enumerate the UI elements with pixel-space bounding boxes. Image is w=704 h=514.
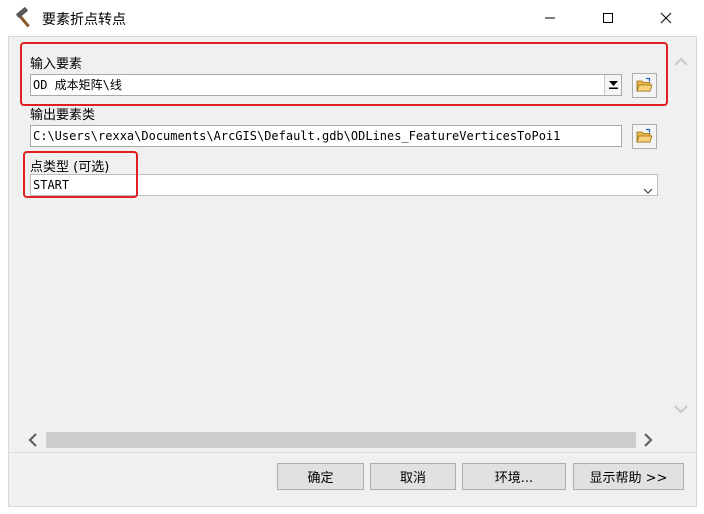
point-type-highlight — [23, 151, 138, 198]
output-feature-class-input[interactable]: C:\Users\rexxa\Documents\ArcGIS\Default.… — [30, 125, 622, 147]
input-features-highlight — [20, 42, 668, 106]
output-feature-class-browse-button[interactable] — [632, 124, 657, 149]
horizontal-scrollbar[interactable] — [20, 430, 660, 450]
chevron-left-icon[interactable] — [22, 430, 42, 450]
maximize-button[interactable] — [585, 0, 631, 36]
cancel-button[interactable]: 取消 — [370, 463, 456, 490]
vertical-scrollbar[interactable] — [671, 37, 691, 433]
chevron-down-icon — [643, 181, 653, 195]
title-bar[interactable]: 要素折点转点 — [0, 0, 704, 36]
show-help-button[interactable]: 显示帮助 >> — [573, 463, 684, 490]
close-button[interactable] — [643, 0, 689, 36]
horizontal-scroll-thumb[interactable] — [46, 432, 636, 448]
environments-button[interactable]: 环境... — [462, 463, 566, 490]
button-bar-divider — [9, 452, 697, 453]
output-feature-class-label: 输出要素类 — [30, 108, 96, 123]
window-title: 要素折点转点 — [42, 12, 126, 28]
minimize-button[interactable] — [527, 0, 573, 36]
output-feature-class-value: C:\Users\rexxa\Documents\ArcGIS\Default.… — [33, 129, 561, 143]
chevron-up-icon[interactable] — [671, 51, 691, 71]
hammer-icon — [14, 7, 36, 29]
chevron-right-icon[interactable] — [638, 430, 658, 450]
chevron-down-icon[interactable] — [671, 399, 691, 419]
tool-dialog-window: 要素折点转点 输入要素 OD 成本矩阵\线 输出要素类 C:\Users\rex… — [0, 0, 704, 514]
ok-button[interactable]: 确定 — [277, 463, 364, 490]
